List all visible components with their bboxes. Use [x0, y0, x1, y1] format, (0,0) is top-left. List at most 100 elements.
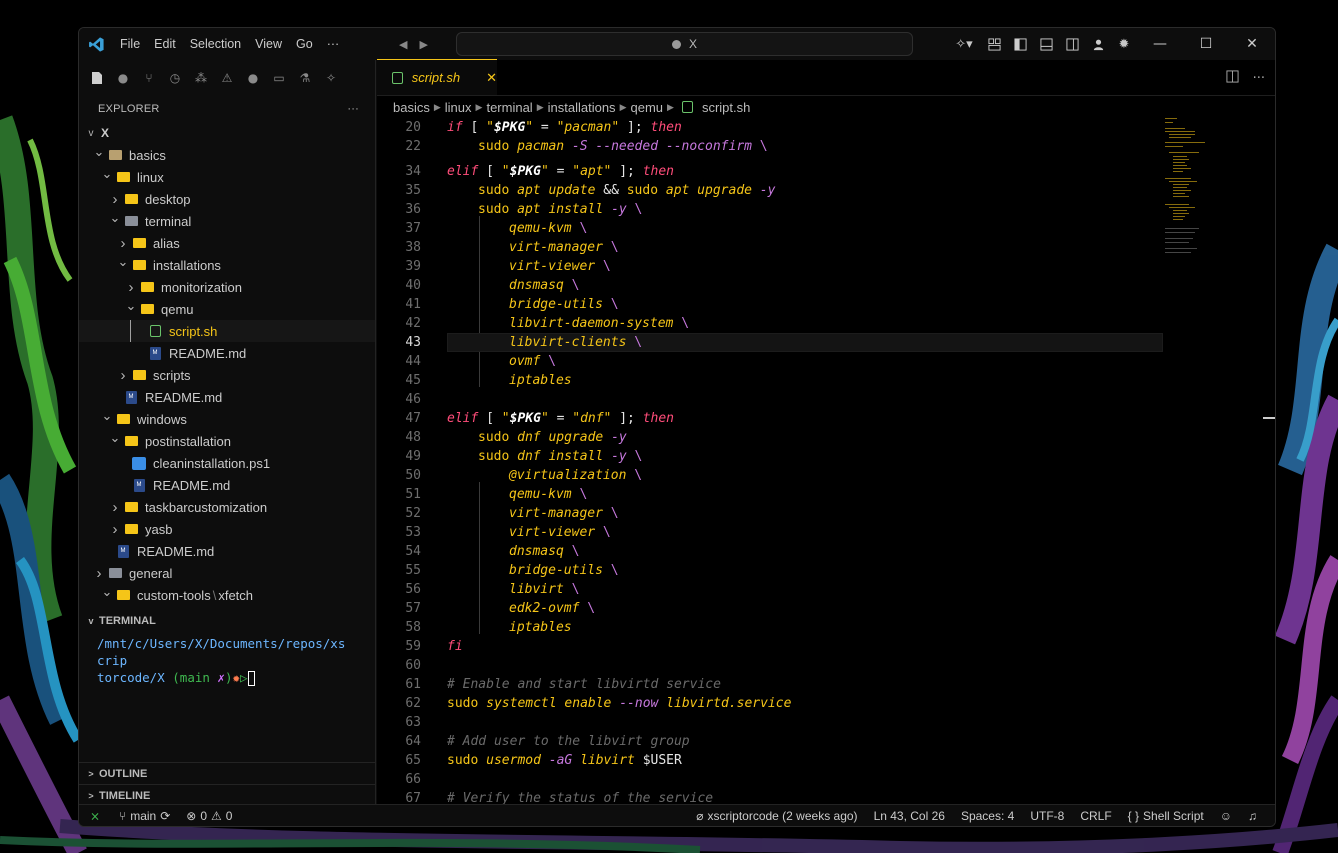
code-line: 55 bridge-utils \ — [377, 561, 1275, 580]
menu-go[interactable]: Go — [289, 37, 320, 51]
folder-icon — [123, 192, 139, 206]
tree-item[interactable]: ⌄ basics — [79, 144, 375, 166]
line-content: elif [ "$PKG" = "dnf" ]; then — [447, 411, 675, 426]
menu-view[interactable]: View — [248, 37, 289, 51]
notifications-bell-icon[interactable]: ♫ — [1240, 809, 1265, 823]
line-number: 49 — [405, 449, 421, 464]
status-encoding[interactable]: UTF-8 — [1022, 809, 1072, 823]
tree-item[interactable]: ⌄ windows — [79, 408, 375, 430]
command-center[interactable]: X — [456, 32, 913, 56]
line-number: 61 — [405, 677, 421, 692]
testing-icon[interactable]: ⚗ — [295, 68, 315, 88]
chat-icon[interactable]: ✧ — [321, 68, 341, 88]
line-number: 64 — [405, 734, 421, 749]
breadcrumb-item[interactable]: terminal — [486, 100, 532, 115]
timeline-clock-icon[interactable]: ◷ — [165, 68, 185, 88]
status-language[interactable]: { } Shell Script — [1120, 809, 1212, 823]
tab-close-button[interactable]: ✕ — [486, 70, 497, 86]
close-window-button[interactable]: ✕ — [1229, 28, 1275, 60]
terminal-header[interactable]: v TERMINAL — [79, 610, 375, 632]
unsaved-dot-icon — [671, 39, 681, 49]
source-control-icon[interactable]: ⑂ — [139, 68, 159, 88]
explorer-more-button[interactable]: ··· — [347, 103, 359, 115]
maximize-button[interactable]: ☐ — [1183, 28, 1229, 60]
breadcrumb-file[interactable]: script.sh — [702, 100, 750, 115]
copilot-status-icon[interactable]: ☺ — [1212, 809, 1240, 823]
code-editor[interactable]: 20 if [ "$PKG" = "pacman" ]; then 22 sud… — [377, 118, 1275, 808]
minimize-button[interactable]: — — [1137, 28, 1183, 60]
toggle-panel-icon[interactable] — [1033, 28, 1059, 60]
settings-gear-icon[interactable]: ✹ — [1111, 28, 1137, 60]
code-line: 35 sudo apt update && sudo apt upgrade -… — [377, 181, 1275, 200]
toggle-secondary-sidebar-icon[interactable] — [1059, 28, 1085, 60]
customize-layout-icon[interactable] — [981, 28, 1007, 60]
split-editor-icon[interactable] — [1226, 69, 1239, 87]
folder-icon — [123, 522, 139, 536]
tree-item[interactable]: ⌄ postinstallation — [79, 430, 375, 452]
tree-item[interactable]: › scripts — [79, 364, 375, 386]
status-eol[interactable]: CRLF — [1072, 809, 1119, 823]
remote-indicator-icon[interactable]: ⨯ — [79, 805, 111, 827]
breadcrumb-item[interactable]: qemu — [630, 100, 663, 115]
line-number: 65 — [405, 753, 421, 768]
warning-icon[interactable]: ⚠ — [217, 68, 237, 88]
tree-item[interactable]: › desktop — [79, 188, 375, 210]
status-problems[interactable]: ⊗ 0 ⚠ 0 — [178, 809, 240, 823]
tree-item[interactable]: › taskbarcustomization — [79, 496, 375, 518]
menu-file[interactable]: File — [113, 37, 147, 51]
tree-item[interactable]: M README.md — [79, 342, 375, 364]
copilot-icon[interactable]: ✧▾ — [947, 28, 981, 60]
code-line: 66 — [377, 770, 1275, 789]
menu-edit[interactable]: Edit — [147, 37, 183, 51]
timeline-header[interactable]: > TIMELINE — [79, 784, 375, 806]
file-tree: v X ⌄ basics ⌄ linux › desktop ⌄ terminal › alias… — [79, 122, 375, 606]
status-branch[interactable]: ⑂ main ⟳ — [111, 809, 178, 823]
tree-item[interactable]: M README.md — [79, 540, 375, 562]
minimap[interactable] — [1165, 118, 1275, 806]
menu-selection[interactable]: Selection — [183, 37, 248, 51]
tree-item[interactable]: script.sh — [79, 320, 375, 342]
tree-item[interactable]: › yasb — [79, 518, 375, 540]
status-indentation[interactable]: Spaces: 4 — [953, 809, 1022, 823]
editor-area: script.sh ✕ ··· basics ▶ linux ▶ terminal ▶… — [377, 59, 1275, 808]
breadcrumb-item[interactable]: linux — [445, 100, 472, 115]
record-icon[interactable]: ● — [243, 68, 263, 88]
search-icon[interactable]: ● — [113, 68, 133, 88]
tree-item[interactable]: ⌄ custom-tools \ xfetch — [79, 584, 375, 606]
menu-bar: File Edit Selection View Go ··· — [113, 37, 346, 51]
outline-header[interactable]: > OUTLINE — [79, 762, 375, 784]
chevron-down-icon: ⌄ — [101, 584, 113, 599]
back-icon[interactable]: ◀ — [399, 38, 407, 51]
status-position[interactable]: Ln 43, Col 26 — [866, 809, 953, 823]
account-icon[interactable] — [1085, 28, 1111, 60]
breadcrumb-item[interactable]: basics — [393, 100, 430, 115]
tree-item[interactable]: › alias — [79, 232, 375, 254]
git-branch-icon: ⑂ — [119, 808, 127, 823]
tree-item[interactable]: › monitorization — [79, 276, 375, 298]
code-line: 36 sudo apt install -y \ — [377, 200, 1275, 219]
tree-item-label: taskbarcustomization — [145, 499, 268, 515]
tab-script-sh[interactable]: script.sh ✕ — [377, 59, 497, 95]
line-content: dnsmasq \ — [509, 544, 580, 559]
tree-item[interactable]: ⌄ installations — [79, 254, 375, 276]
extensions-icon[interactable]: ⁂ — [191, 68, 211, 88]
tree-item[interactable]: › general — [79, 562, 375, 584]
breadcrumb-item[interactable]: installations — [548, 100, 616, 115]
tree-item[interactable]: cleaninstallation.ps1 — [79, 452, 375, 474]
chevron-down-icon: v — [88, 127, 94, 139]
tree-item[interactable]: ⌄ terminal — [79, 210, 375, 232]
tree-item[interactable]: M README.md — [79, 386, 375, 408]
line-number: 54 — [405, 544, 421, 559]
remote-explorer-icon[interactable]: ▭ — [269, 68, 289, 88]
tree-item[interactable]: ⌄ linux — [79, 166, 375, 188]
status-blame[interactable]: ⌀ xscriptorcode (2 weeks ago) — [688, 809, 865, 823]
terminal-output[interactable]: /mnt/c/Users/X/Documents/repos/xscrip to… — [79, 632, 369, 686]
toggle-sidebar-icon[interactable] — [1007, 28, 1033, 60]
more-actions-icon[interactable]: ··· — [1253, 71, 1265, 86]
files-icon[interactable] — [87, 68, 107, 88]
forward-icon[interactable]: ▶ — [419, 38, 427, 51]
tree-item[interactable]: M README.md — [79, 474, 375, 496]
tree-root[interactable]: v X — [79, 122, 375, 144]
menu-more[interactable]: ··· — [320, 37, 347, 51]
tree-item[interactable]: ⌄ qemu — [79, 298, 375, 320]
